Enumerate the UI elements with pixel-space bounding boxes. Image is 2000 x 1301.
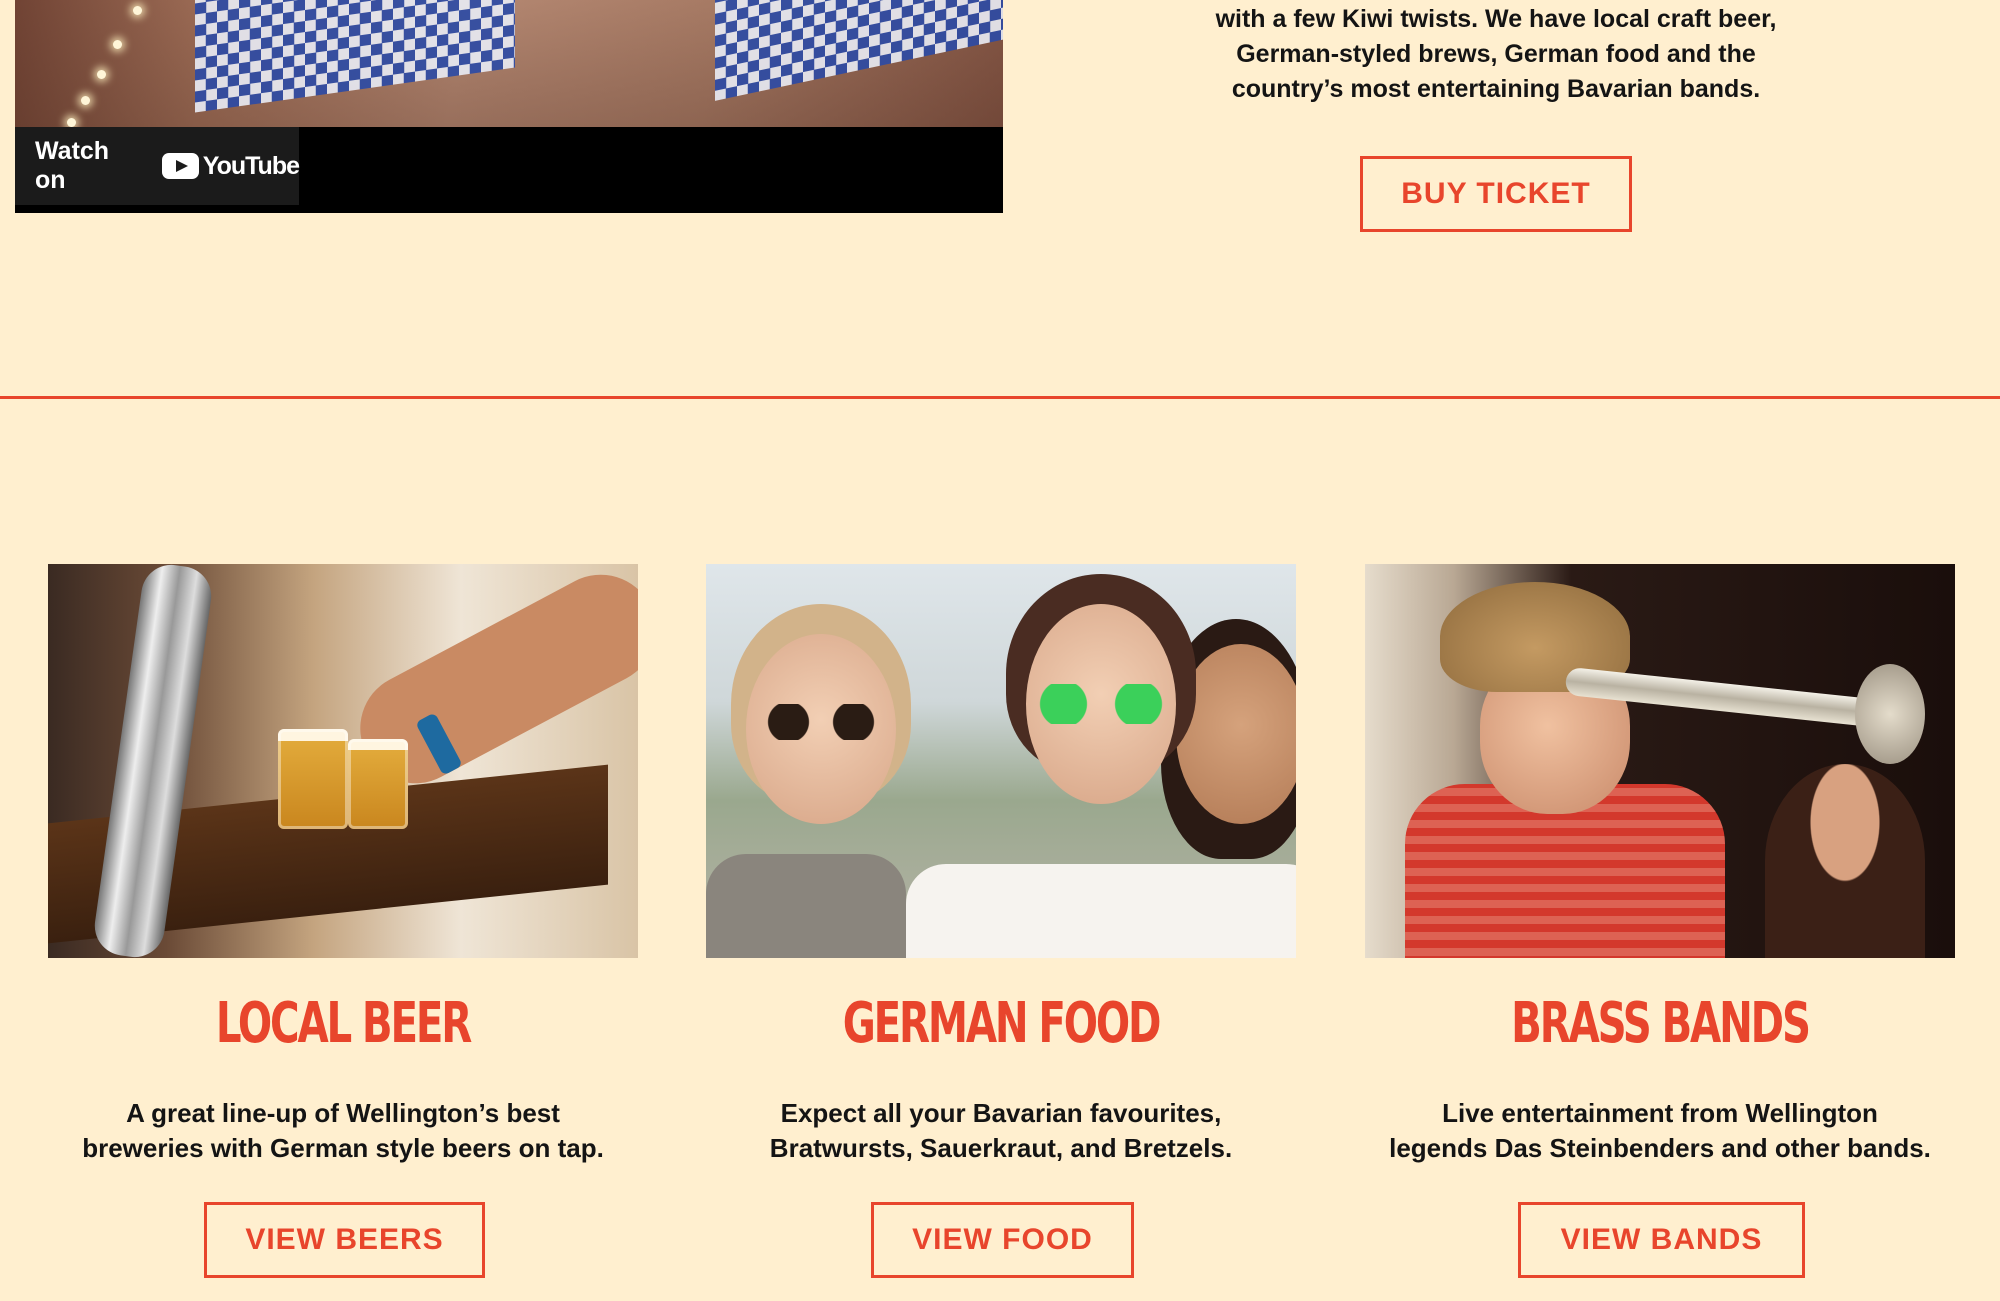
intro-text: with a few Kiwi twists. We have local cr… xyxy=(1096,2,1896,107)
bunting-decoration xyxy=(715,0,1003,101)
card-description-line: breweries with German style beers on tap… xyxy=(82,1133,604,1163)
card-description-line: A great line-up of Wellington’s best xyxy=(126,1098,560,1128)
intro-line: country’s most entertaining Bavarian ban… xyxy=(1231,75,1761,103)
card-description: A great line-up of Wellington’s best bre… xyxy=(38,1096,648,1166)
card-title: GERMAN FOOD xyxy=(842,991,1162,1056)
card-description-line: Bratwursts, Sauerkraut, and Bretzels. xyxy=(769,1133,1233,1163)
watch-on-label: Watch on xyxy=(35,137,110,194)
brass-bands-image xyxy=(1365,564,1955,958)
intro-line: with a few Kiwi twists. We have local cr… xyxy=(1215,5,1777,33)
view-bands-button[interactable]: VIEW BANDS xyxy=(1518,1202,1805,1278)
section-divider xyxy=(0,396,2000,399)
feature-card-german-food: GERMAN FOOD Expect all your Bavarian fav… xyxy=(706,564,1296,1278)
youtube-logo-text: YouTube xyxy=(202,151,300,180)
string-lights xyxy=(35,0,155,127)
youtube-video-embed[interactable]: Watch on YouTube xyxy=(15,0,1003,213)
buy-ticket-button[interactable]: BUY TICKET xyxy=(1360,156,1632,232)
youtube-play-icon xyxy=(162,153,199,179)
video-control-bar: Watch on YouTube xyxy=(15,127,1003,213)
bunting-decoration xyxy=(195,0,515,113)
local-beer-image xyxy=(48,564,638,958)
card-description: Expect all your Bavarian favourites, Bra… xyxy=(696,1096,1306,1166)
card-description-line: Expect all your Bavarian favourites, xyxy=(780,1098,1222,1128)
card-title: BRASS BANDS xyxy=(1511,991,1811,1056)
view-food-button[interactable]: VIEW FOOD xyxy=(871,1202,1134,1278)
feature-card-brass-bands: BRASS BANDS Live entertainment from Well… xyxy=(1365,564,1955,1278)
card-description: Live entertainment from Wellington legen… xyxy=(1355,1096,1965,1166)
watch-on-youtube-button[interactable]: Watch on YouTube xyxy=(15,127,300,205)
card-description-line: legends Das Steinbenders and other bands… xyxy=(1389,1133,1931,1163)
feature-card-local-beer: LOCAL BEER A great line-up of Wellington… xyxy=(48,564,638,1278)
video-thumbnail[interactable] xyxy=(15,0,1003,127)
page: Watch on YouTube with a few Kiwi twists.… xyxy=(0,0,2000,1301)
view-beers-button[interactable]: VIEW BEERS xyxy=(204,1202,485,1278)
intro-line: German-styled brews, German food and the xyxy=(1236,40,1756,68)
german-food-image xyxy=(706,564,1296,958)
card-description-line: Live entertainment from Wellington xyxy=(1442,1098,1878,1128)
card-title: LOCAL BEER xyxy=(215,991,472,1056)
